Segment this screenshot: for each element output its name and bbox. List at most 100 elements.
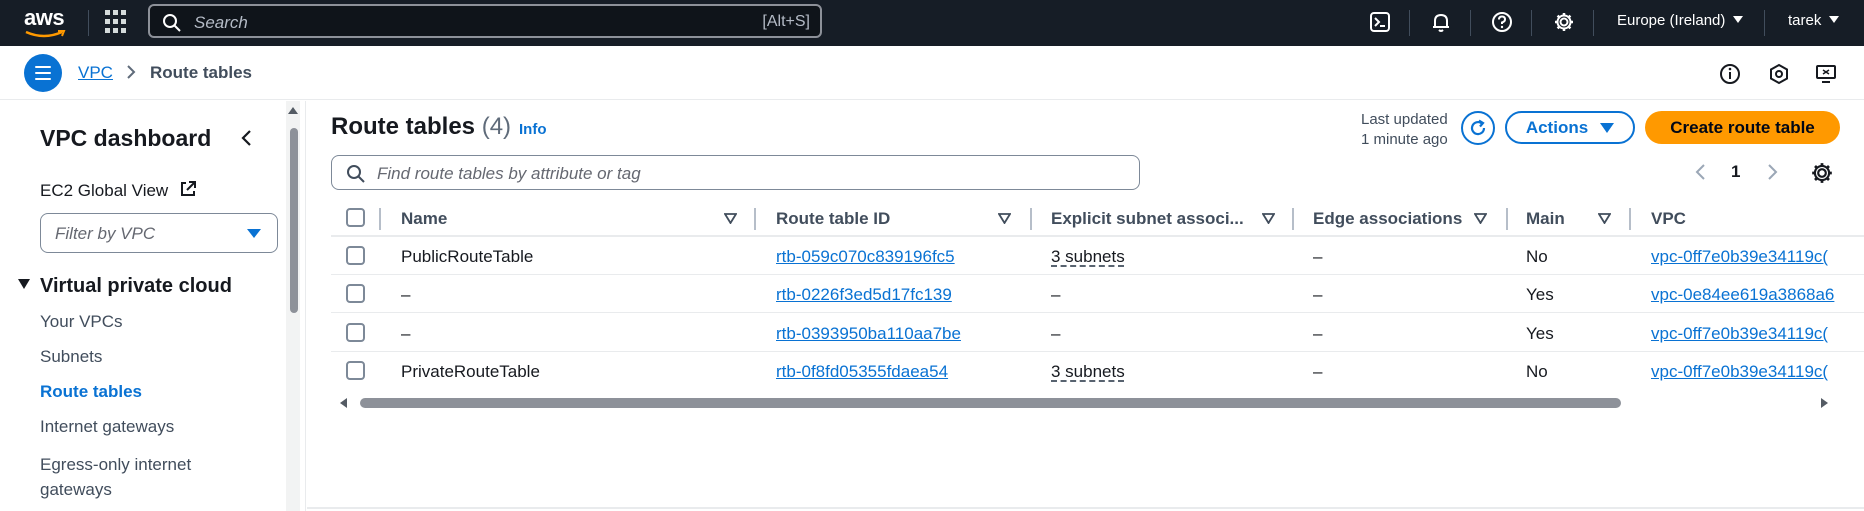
cell-edge-associations: – xyxy=(1313,362,1323,381)
sidebar-scrollbar-thumb[interactable] xyxy=(290,128,298,313)
row-checkbox[interactable] xyxy=(346,323,365,342)
page-title: Route tables (4) xyxy=(331,113,511,141)
sidebar-title[interactable]: VPC dashboard xyxy=(40,125,211,152)
column-header-main[interactable]: Main xyxy=(1526,209,1565,229)
account-menu[interactable]: tarek xyxy=(1788,12,1840,29)
column-header-route-table-id[interactable]: Route table ID xyxy=(776,209,890,229)
page-title-text: Route tables xyxy=(331,113,476,140)
sidebar-item-your-vpcs[interactable]: Your VPCs xyxy=(40,312,123,332)
refresh-icon xyxy=(1470,119,1486,136)
column-header-name[interactable]: Name xyxy=(401,209,447,229)
table-row[interactable]: PublicRouteTable rtb-059c070c839196fc5 3… xyxy=(331,237,1864,275)
column-header-vpc[interactable]: VPC xyxy=(1651,209,1686,229)
cell-vpc-link[interactable]: vpc-0ff7e0b39e34119c( xyxy=(1651,362,1828,382)
sort-triangle-icon[interactable] xyxy=(998,213,1011,224)
sort-triangle-icon[interactable] xyxy=(1262,213,1275,224)
sidebar-item-route-tables[interactable]: Route tables xyxy=(40,382,142,402)
row-checkbox[interactable] xyxy=(346,361,365,380)
search-placeholder: Search xyxy=(194,13,248,32)
help-icon[interactable] xyxy=(1490,10,1514,34)
table-row[interactable]: – rtb-0226f3ed5d17fc139 – – Yes vpc-0e84… xyxy=(331,275,1864,313)
region-label: Europe (Ireland) xyxy=(1617,12,1726,29)
breadcrumb-current: Route tables xyxy=(150,63,253,82)
sidebar-item-egress-only-internet-gateways[interactable]: Egress-only internet gateways xyxy=(40,452,250,502)
close-sidebar-chevron-icon[interactable] xyxy=(240,129,254,147)
filter-by-vpc-select[interactable]: Filter by VPC xyxy=(40,213,278,253)
cell-route-table-id-link[interactable]: rtb-0226f3ed5d17fc139 xyxy=(776,285,952,305)
aws-logo[interactable]: aws xyxy=(24,5,68,39)
sort-triangle-icon[interactable] xyxy=(1598,213,1611,224)
current-page-number[interactable]: 1 xyxy=(1731,162,1740,182)
cell-route-table-id-link[interactable]: rtb-0393950ba110aa7be xyxy=(776,324,961,344)
actions-dropdown-button[interactable]: Actions xyxy=(1505,111,1635,144)
sidebar-item-subnets[interactable]: Subnets xyxy=(40,347,102,367)
scroll-up-arrow-icon[interactable] xyxy=(288,107,298,114)
select-all-checkbox[interactable] xyxy=(346,208,365,227)
previous-page-chevron-icon[interactable] xyxy=(1694,162,1708,182)
notifications-bell-icon[interactable] xyxy=(1429,10,1453,34)
filter-placeholder: Filter by VPC xyxy=(55,224,156,243)
external-link-icon xyxy=(180,181,196,196)
settings-gear-icon[interactable] xyxy=(1552,10,1576,34)
cell-subnet-associations[interactable]: 3 subnets xyxy=(1051,247,1125,267)
divider xyxy=(1531,10,1532,36)
cell-route-table-id-link[interactable]: rtb-059c070c839196fc5 xyxy=(776,247,955,267)
horizontal-scrollbar-thumb[interactable] xyxy=(360,398,1621,408)
cell-main: Yes xyxy=(1526,285,1554,304)
info-circle-icon[interactable] xyxy=(1718,62,1742,86)
region-selector[interactable]: Europe (Ireland) xyxy=(1617,12,1744,29)
user-name: tarek xyxy=(1788,12,1822,29)
services-grid-icon[interactable] xyxy=(105,10,129,34)
row-checkbox[interactable] xyxy=(346,246,365,265)
cell-main: No xyxy=(1526,362,1548,381)
cell-name: – xyxy=(401,285,411,304)
cell-subnet-associations: – xyxy=(1051,285,1061,304)
divider xyxy=(1409,10,1410,36)
divider xyxy=(307,507,1864,509)
table-horizontal-scrollbar[interactable] xyxy=(340,396,1828,410)
cloudshell-icon[interactable] xyxy=(1368,10,1392,34)
search-icon xyxy=(163,14,181,32)
caret-down-icon xyxy=(1829,16,1840,23)
scroll-right-arrow-icon[interactable] xyxy=(1821,398,1828,408)
hamburger-menu-button[interactable] xyxy=(24,54,62,92)
table-filter-input[interactable]: Find route tables by attribute or tag xyxy=(331,155,1140,190)
cell-vpc-link[interactable]: vpc-0e84ee619a3868a6 xyxy=(1651,285,1834,305)
hexagon-settings-icon[interactable] xyxy=(1767,62,1791,86)
column-divider xyxy=(379,208,381,230)
table-preferences-gear-icon[interactable] xyxy=(1810,161,1834,185)
column-header-edge-associations[interactable]: Edge associations xyxy=(1313,209,1462,229)
sort-triangle-icon[interactable] xyxy=(1474,213,1487,224)
next-page-chevron-icon[interactable] xyxy=(1765,162,1779,182)
refresh-button[interactable] xyxy=(1461,111,1495,145)
expand-triangle-icon xyxy=(18,279,30,289)
cell-subnet-associations[interactable]: 3 subnets xyxy=(1051,362,1125,382)
section-virtual-private-cloud[interactable]: Virtual private cloud xyxy=(18,275,232,298)
route-table-count: (4) xyxy=(481,113,512,140)
sidebar-item-internet-gateways[interactable]: Internet gateways xyxy=(40,417,174,437)
global-search-input[interactable]: Search [Alt+S] xyxy=(148,4,822,38)
divider xyxy=(1593,10,1594,36)
create-route-table-button[interactable]: Create route table xyxy=(1645,111,1840,144)
cell-name: PublicRouteTable xyxy=(401,247,534,266)
cell-name: – xyxy=(401,324,411,343)
info-link[interactable]: Info xyxy=(519,121,547,138)
column-header-explicit-subnet-associations[interactable]: Explicit subnet associ... xyxy=(1051,209,1244,229)
divider xyxy=(1470,10,1471,36)
caret-down-icon xyxy=(1733,16,1744,23)
cell-route-table-id-link[interactable]: rtb-0f8fd05355fdaea54 xyxy=(776,362,948,382)
table-row[interactable]: – rtb-0393950ba110aa7be – – Yes vpc-0ff7… xyxy=(331,314,1864,352)
table-row[interactable]: PrivateRouteTable rtb-0f8fd05355fdaea54 … xyxy=(331,352,1864,390)
last-updated-time: 1 minute ago xyxy=(1361,131,1448,148)
row-checkbox[interactable] xyxy=(346,284,365,303)
cell-vpc-link[interactable]: vpc-0ff7e0b39e34119c( xyxy=(1651,247,1828,267)
chevron-right-icon xyxy=(127,65,136,79)
sort-triangle-icon[interactable] xyxy=(724,213,737,224)
breadcrumb-vpc-link[interactable]: VPC xyxy=(78,63,113,83)
ec2-global-view-link[interactable]: EC2 Global View xyxy=(40,180,197,201)
cell-vpc-link[interactable]: vpc-0ff7e0b39e34119c( xyxy=(1651,324,1828,344)
scroll-left-arrow-icon[interactable] xyxy=(340,398,347,408)
column-divider xyxy=(1506,208,1508,230)
cell-main: No xyxy=(1526,247,1548,266)
feedback-monitor-icon[interactable] xyxy=(1814,62,1838,86)
